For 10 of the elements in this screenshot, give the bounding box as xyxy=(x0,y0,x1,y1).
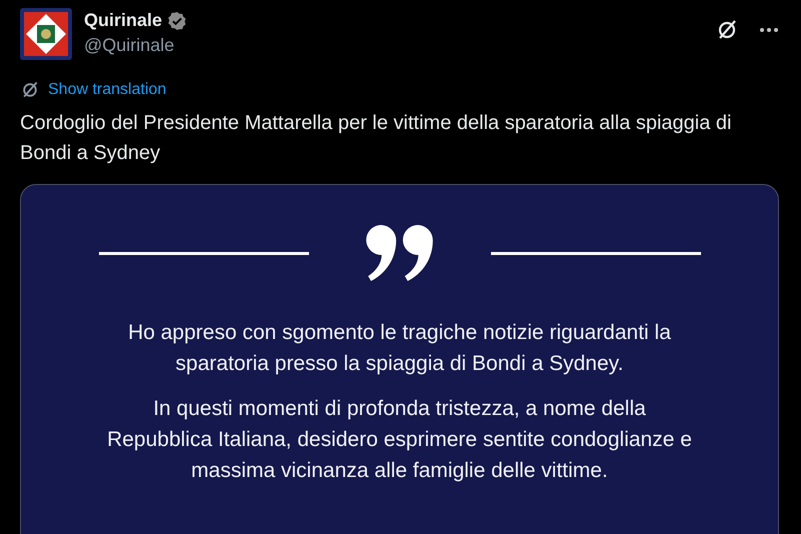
account-handle[interactable]: @Quirinale xyxy=(84,35,188,56)
account-name[interactable]: Quirinale xyxy=(84,10,162,31)
quote-mark-icon xyxy=(364,225,434,281)
emblem-avatar-icon[interactable] xyxy=(20,8,72,60)
quote-card[interactable] xyxy=(20,184,779,534)
show-translation-link[interactable]: Show translation xyxy=(48,81,166,99)
quote-paragraph: Ho appreso con sgomento le tragiche notizie riguardanti la sparatoria presso la spiaggia di Bondi a Sydney. xyxy=(127,320,672,377)
quote-paragraph: In questi momenti di profonda tristezza, a nome della Repubblica Italiana, desidero esprimere sentite condoglianze e massima vicinanza alle famiglie delle vittime. xyxy=(106,396,693,484)
tweet-text: Cordoglio del Presidente Mattarella per le vittime della sparatoria alla spiaggia di Bondi a Sydney xyxy=(20,111,732,166)
more-options-icon[interactable] xyxy=(759,27,779,33)
